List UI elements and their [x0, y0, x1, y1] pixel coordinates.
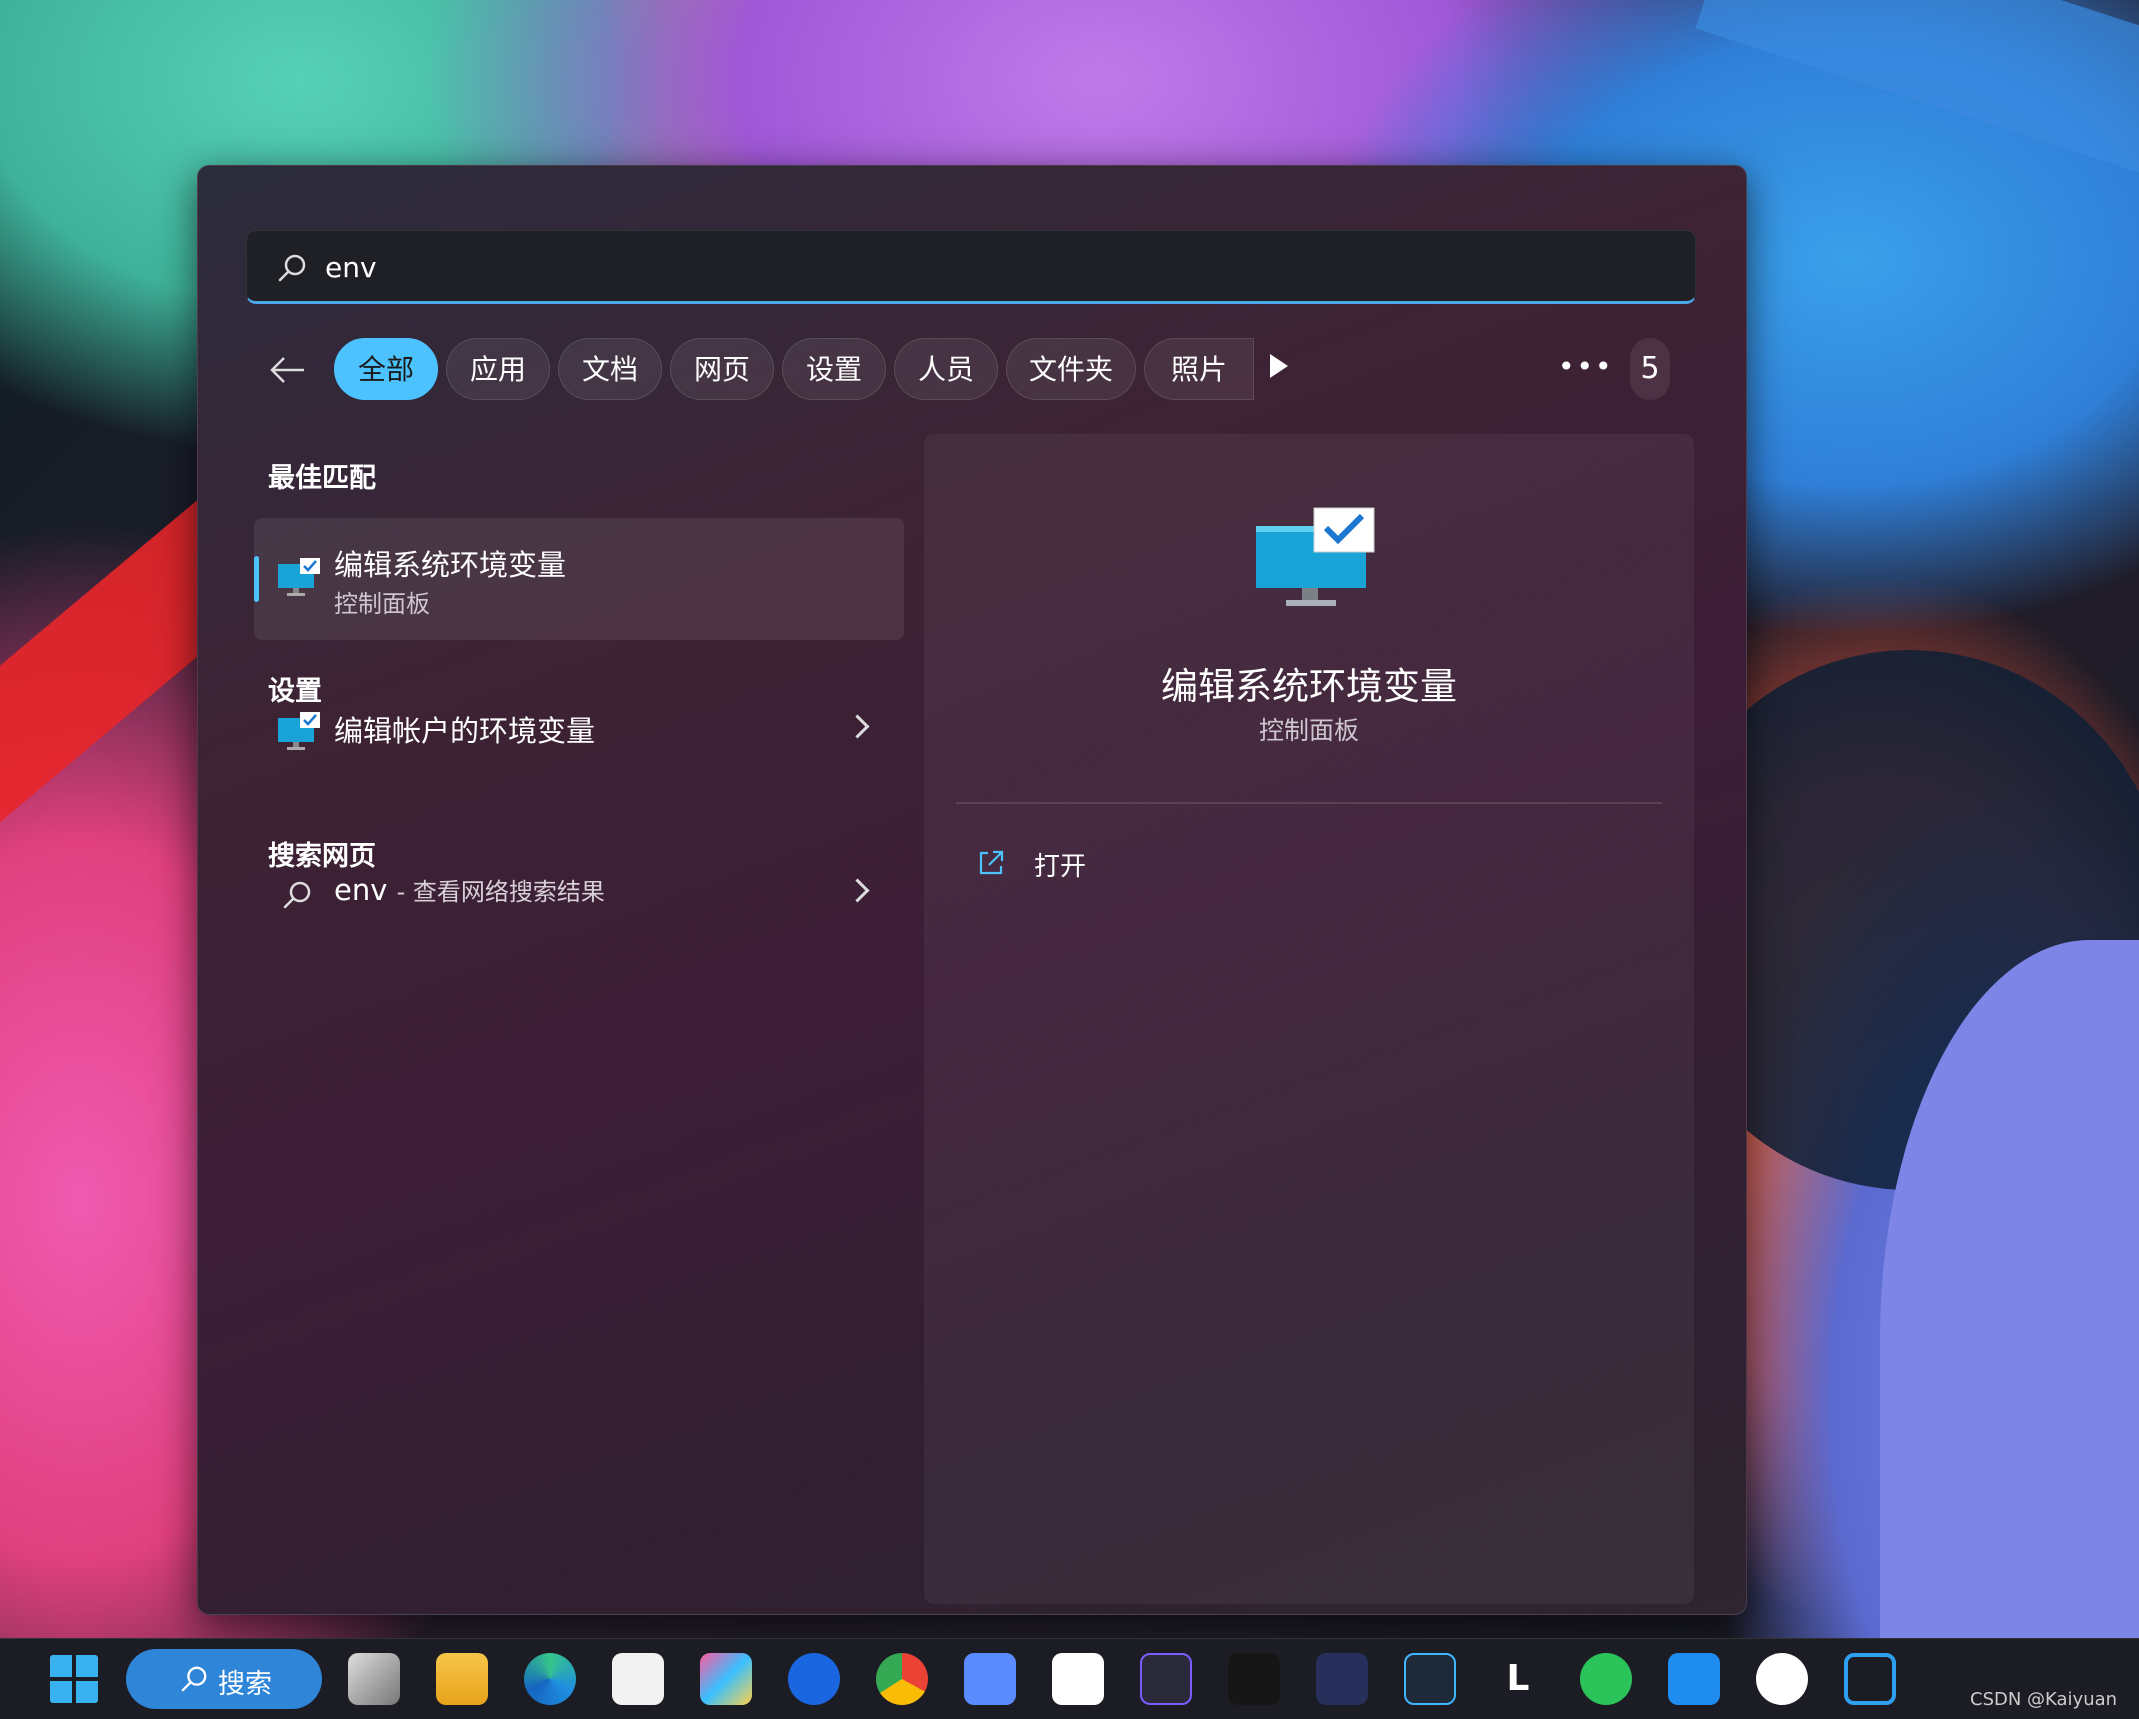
search-icon [181, 1666, 207, 1692]
chevron-right-icon [845, 714, 870, 739]
nox-icon[interactable] [1140, 1653, 1192, 1705]
store-icon[interactable] [612, 1653, 664, 1705]
divider [956, 802, 1662, 804]
cat-icon[interactable] [1316, 1653, 1368, 1705]
maps-pin-icon[interactable] [788, 1653, 840, 1705]
result-count-badge: 5 [1630, 338, 1670, 400]
vscode-icon[interactable] [1844, 1653, 1896, 1705]
preview-title: 编辑系统环境变量 [1161, 665, 1457, 708]
chevron-right-icon [845, 878, 870, 903]
preview-pane: 编辑系统环境变量 控制面板 打开 [924, 434, 1694, 1604]
edge-icon[interactable] [524, 1653, 576, 1705]
more-options-icon[interactable]: ••• [1558, 350, 1614, 383]
ring-icon[interactable] [1756, 1653, 1808, 1705]
scroll-right-icon[interactable] [1270, 354, 1288, 378]
search-icon [283, 881, 311, 909]
feishu-icon[interactable] [1668, 1653, 1720, 1705]
tab-photos[interactable]: 照片 [1144, 338, 1254, 400]
start-icon[interactable] [48, 1653, 100, 1705]
chrome-icon[interactable] [876, 1653, 928, 1705]
settings-item-label: 编辑帐户的环境变量 [334, 714, 596, 748]
best-match-title: 编辑系统环境变量 [334, 548, 567, 582]
pen-icon[interactable] [964, 1653, 1016, 1705]
web-search-item[interactable]: env - 查看网络搜索结果 [254, 854, 904, 934]
preview-subtitle: 控制面板 [1258, 716, 1359, 745]
cloud-icon[interactable] [1052, 1653, 1104, 1705]
environment-variables-icon [278, 558, 320, 596]
l-icon[interactable]: L [1492, 1653, 1544, 1705]
web-query-suffix: - 查看网络搜索结果 [396, 878, 605, 906]
arc-icon[interactable] [700, 1653, 752, 1705]
tab-documents[interactable]: 文档 [558, 338, 662, 400]
search-icon [278, 254, 306, 282]
filter-bar: 全部 应用 文档 网页 设置 人员 文件夹 照片 ••• 5 [246, 336, 1696, 402]
taskbar: 搜索 L CSDN @Kaiyuan [0, 1638, 2139, 1719]
tab-apps[interactable]: 应用 [446, 338, 550, 400]
search-box[interactable] [246, 230, 1696, 304]
taskbar-search-button[interactable]: 搜索 [126, 1649, 322, 1709]
selection-indicator [254, 556, 259, 602]
search-window: 全部 应用 文档 网页 设置 人员 文件夹 照片 ••• 5 最佳匹配 编辑系统… [197, 165, 1747, 1615]
tab-web[interactable]: 网页 [670, 338, 774, 400]
back-arrow-icon[interactable] [266, 348, 310, 392]
section-best-match: 最佳匹配 [268, 463, 376, 494]
web-query: env [334, 873, 388, 907]
best-match-item[interactable]: 编辑系统环境变量 控制面板 [254, 518, 904, 640]
open-action[interactable]: 打开 [1034, 846, 1086, 883]
environment-variables-icon [278, 712, 320, 750]
tab-all[interactable]: 全部 [334, 338, 438, 400]
nox2-icon[interactable] [1404, 1653, 1456, 1705]
best-match-subtitle: 控制面板 [334, 590, 430, 618]
open-external-icon [979, 850, 1004, 875]
environment-variables-icon [1256, 507, 1375, 606]
tab-folders[interactable]: 文件夹 [1006, 338, 1136, 400]
search-input[interactable] [325, 245, 1625, 289]
tab-settings[interactable]: 设置 [782, 338, 886, 400]
task-view-icon[interactable] [348, 1653, 400, 1705]
tab-people[interactable]: 人员 [894, 338, 998, 400]
wechat-icon[interactable] [1580, 1653, 1632, 1705]
tiktok-icon[interactable] [1228, 1653, 1280, 1705]
watermark: CSDN @Kaiyuan [1970, 1689, 2118, 1710]
settings-item[interactable]: 编辑帐户的环境变量 [254, 690, 904, 770]
taskbar-search-label: 搜索 [218, 1669, 272, 1700]
file-explorer-icon[interactable] [436, 1653, 488, 1705]
